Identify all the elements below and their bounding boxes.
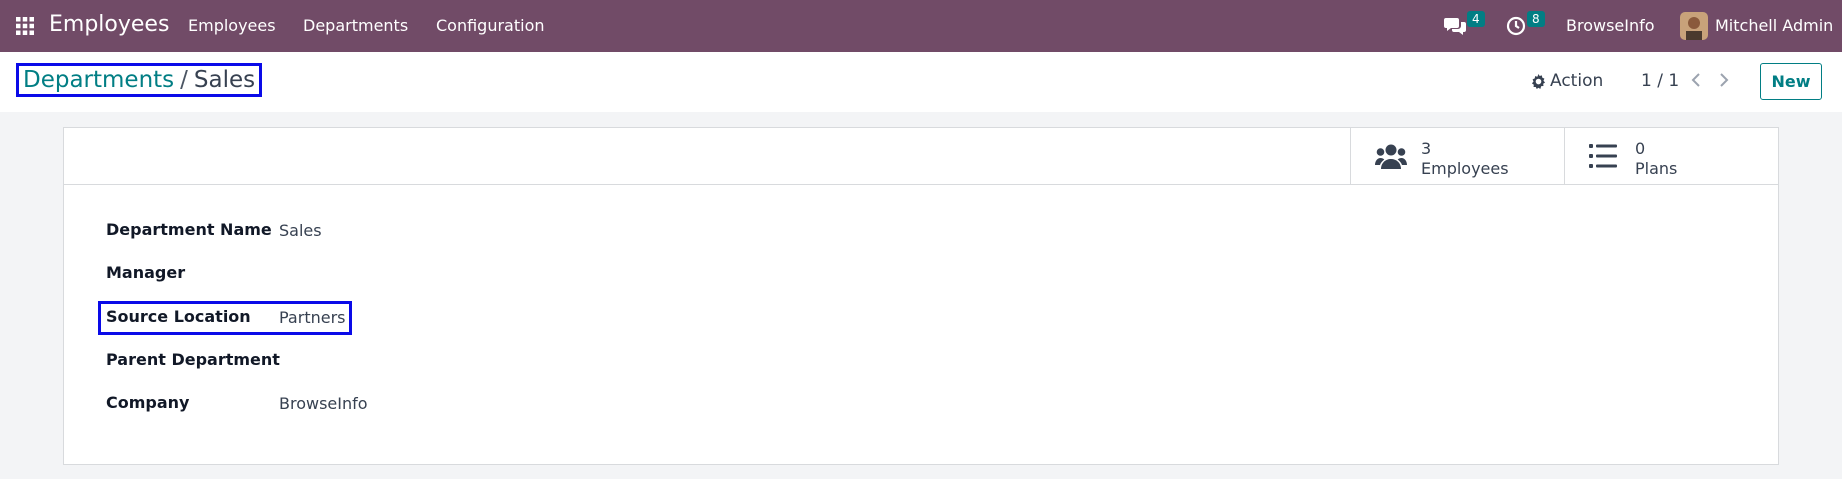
- manager-input[interactable]: [279, 264, 579, 286]
- app-title[interactable]: Employees: [49, 12, 169, 37]
- employees-count: 3: [1421, 139, 1432, 158]
- field-label: Source Location: [106, 307, 251, 326]
- activities-badge: 8: [1527, 11, 1545, 27]
- company-input[interactable]: BrowseInfo: [279, 394, 368, 413]
- source-location-input[interactable]: Partners: [279, 308, 345, 327]
- chat-icon[interactable]: [1444, 17, 1466, 39]
- plans-label: Plans: [1635, 159, 1678, 178]
- menu-item-departments[interactable]: Departments: [303, 16, 408, 35]
- apps-grid-icon[interactable]: [16, 17, 34, 35]
- clock-icon[interactable]: [1506, 16, 1526, 40]
- breadcrumb-separator: /: [180, 67, 188, 93]
- department-name-input[interactable]: Sales: [279, 221, 322, 240]
- field-label: Company: [106, 393, 190, 412]
- new-button[interactable]: New: [1760, 63, 1822, 100]
- control-panel: Departments / Sales Action 1 / 1 New: [0, 52, 1842, 112]
- menu-item-configuration[interactable]: Configuration: [436, 16, 545, 35]
- pager-previous-icon[interactable]: [1690, 72, 1702, 92]
- breadcrumb-departments-link[interactable]: Departments: [23, 67, 174, 93]
- menu-item-employees[interactable]: Employees: [188, 16, 276, 35]
- smart-button-box: 3 Employees 0 Plans: [64, 128, 1778, 185]
- plans-count: 0: [1635, 139, 1646, 158]
- form-sheet: 3 Employees 0 Plans Department Name Sale…: [63, 127, 1779, 465]
- user-avatar[interactable]: [1680, 12, 1708, 40]
- employees-label: Employees: [1421, 159, 1509, 178]
- breadcrumb: Departments / Sales: [16, 63, 263, 97]
- pager-next-icon[interactable]: [1718, 72, 1730, 92]
- employees-smart-button[interactable]: 3 Employees: [1350, 128, 1564, 185]
- parent-department-input[interactable]: [279, 351, 579, 373]
- gear-icon: [1531, 73, 1546, 89]
- action-label: Action: [1550, 71, 1604, 91]
- field-label: Parent Department: [106, 350, 280, 369]
- top-navbar: Employees Employees Departments Configur…: [0, 0, 1842, 52]
- field-label: Department Name: [106, 220, 272, 239]
- messages-badge: 4: [1467, 11, 1485, 27]
- company-switcher[interactable]: BrowseInfo: [1566, 16, 1655, 35]
- list-icon: [1589, 143, 1617, 173]
- field-label: Manager: [106, 263, 186, 282]
- breadcrumb-current: Sales: [193, 67, 256, 93]
- user-menu[interactable]: Mitchell Admin: [1715, 16, 1833, 35]
- action-button[interactable]: Action: [1531, 71, 1603, 91]
- plans-smart-button[interactable]: 0 Plans: [1564, 128, 1778, 185]
- pager-value[interactable]: 1 / 1: [1641, 71, 1679, 91]
- users-icon: [1375, 143, 1407, 175]
